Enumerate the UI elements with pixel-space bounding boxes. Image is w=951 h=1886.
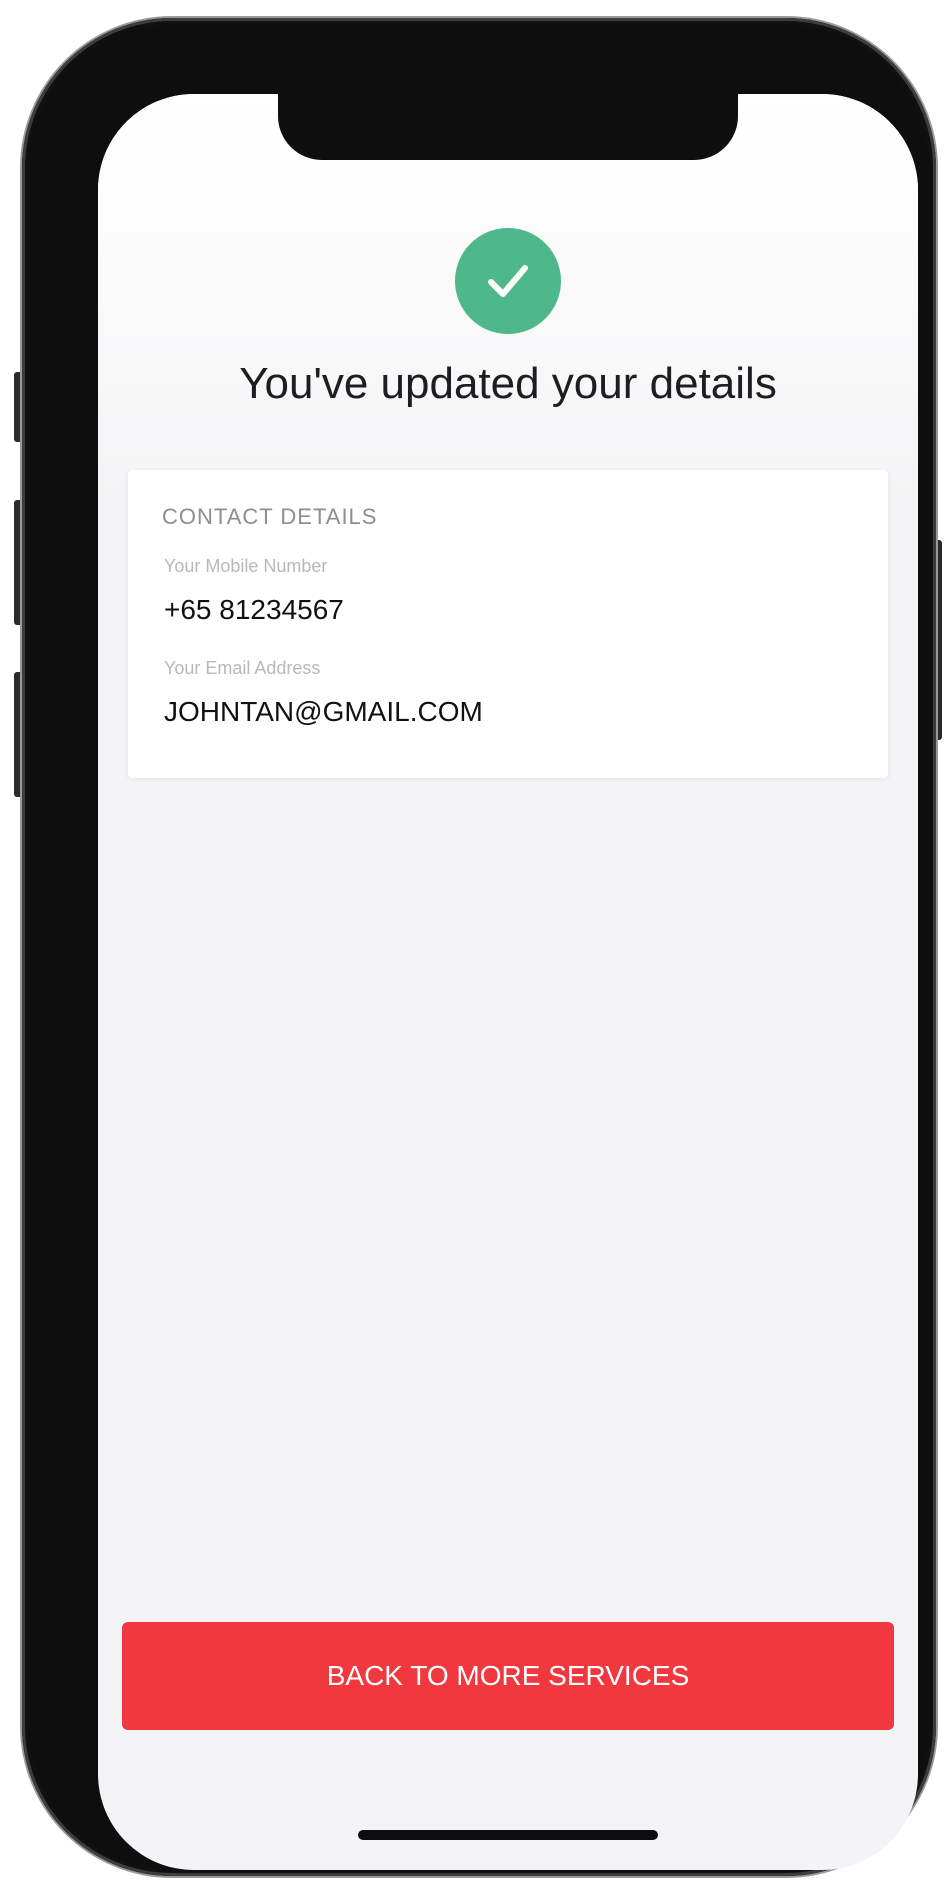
app-screen: You've updated your details CONTACT DETA… [98,94,918,1870]
checkmark-glyph [488,265,528,297]
device-stage: You've updated your details CONTACT DETA… [0,0,951,1886]
contact-details-card: CONTACT DETAILS Your Mobile Number +65 8… [128,470,888,778]
page-title: You've updated your details [239,359,777,408]
email-address-value: JOHNTAN@GMAIL.COM [164,696,483,727]
mobile-number-value: +65 81234567 [164,594,344,625]
phone-frame: You've updated your details CONTACT DETA… [22,18,936,1876]
email-address-label: Your Email Address [164,658,321,678]
notch [278,94,738,160]
mobile-number-label: Your Mobile Number [164,556,328,576]
home-indicator[interactable] [358,1830,658,1840]
back-to-more-services-button[interactable]: BACK TO MORE SERVICES [122,1622,894,1730]
section-header: CONTACT DETAILS [162,504,378,529]
checkmark-icon [455,228,561,334]
